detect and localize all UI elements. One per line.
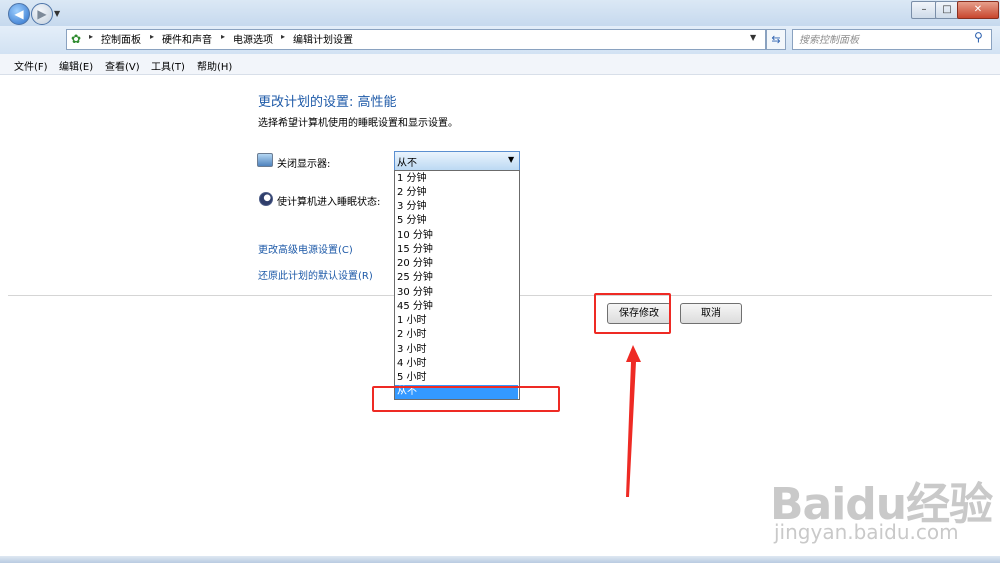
window-bottom-border xyxy=(0,556,1000,563)
watermark: Baidu经验 jingyan.baidu.com xyxy=(770,460,993,550)
watermark-url: jingyan.baidu.com xyxy=(774,520,959,544)
